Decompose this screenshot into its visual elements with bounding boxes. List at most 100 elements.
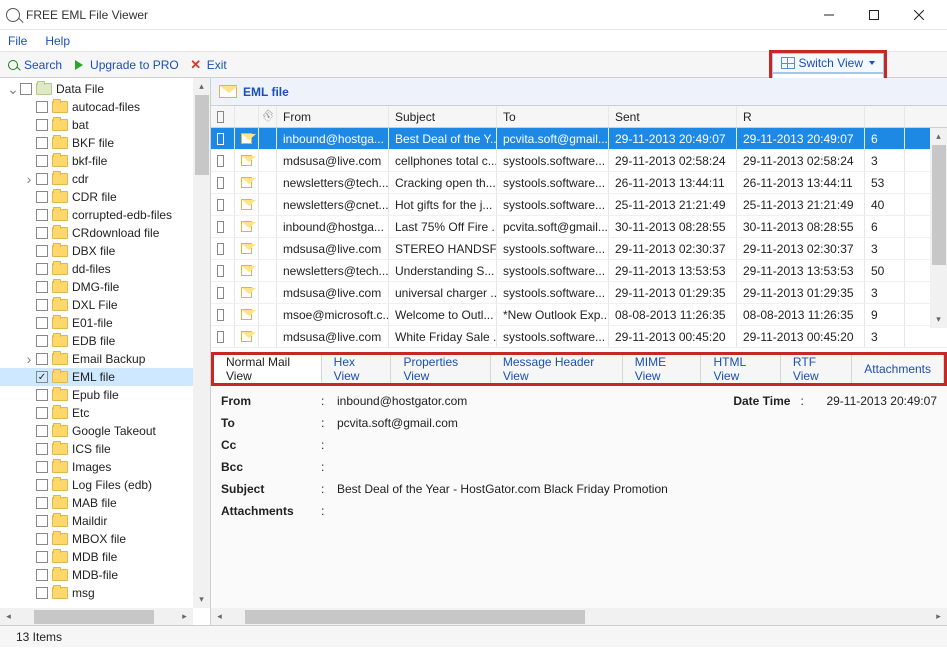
message-row[interactable]: mdsusa@live.comuniversal charger ...syst…	[211, 282, 947, 304]
column-received[interactable]: R	[737, 106, 865, 127]
folder-tree[interactable]: ⌄Data Fileautocad-filesbatBKF filebkf-fi…	[0, 78, 210, 625]
checkbox[interactable]	[36, 407, 48, 419]
checkbox[interactable]	[36, 245, 48, 257]
message-row[interactable]: newsletters@tech...Understanding S...sys…	[211, 260, 947, 282]
tree-item[interactable]: MAB file	[0, 494, 210, 512]
checkbox[interactable]	[36, 137, 48, 149]
scroll-down-icon[interactable]: ▾	[193, 591, 210, 608]
message-list[interactable]: inbound@hostga...Best Deal of the Y...pc…	[211, 128, 947, 348]
checkbox[interactable]	[36, 443, 48, 455]
view-tab[interactable]: MIME View	[623, 355, 702, 383]
grid-vertical-scrollbar[interactable]: ▴ ▾	[930, 128, 947, 328]
row-checkbox[interactable]	[217, 309, 224, 321]
checkbox[interactable]	[36, 551, 48, 563]
tree-item[interactable]: MDB file	[0, 548, 210, 566]
checkbox[interactable]	[36, 497, 48, 509]
tree-item[interactable]: EDB file	[0, 332, 210, 350]
checkbox[interactable]	[36, 461, 48, 473]
checkbox[interactable]	[36, 263, 48, 275]
scroll-right-icon[interactable]: ▸	[176, 608, 193, 625]
tree-item[interactable]: MBOX file	[0, 530, 210, 548]
switch-view-button[interactable]: Switch View	[772, 53, 884, 73]
scroll-thumb[interactable]	[34, 610, 154, 624]
checkbox[interactable]	[36, 389, 48, 401]
tree-item[interactable]: bkf-file	[0, 152, 210, 170]
message-row[interactable]: newsletters@tech...Cracking open th...sy…	[211, 172, 947, 194]
message-row[interactable]: inbound@hostga...Best Deal of the Y...pc…	[211, 128, 947, 150]
view-tab[interactable]: HTML View	[701, 355, 780, 383]
menu-help[interactable]: Help	[45, 34, 70, 48]
tree-item[interactable]: Images	[0, 458, 210, 476]
tree-item[interactable]: ›cdr	[0, 170, 210, 188]
minimize-button[interactable]	[806, 0, 851, 30]
checkbox[interactable]	[36, 479, 48, 491]
tree-item[interactable]: Epub file	[0, 386, 210, 404]
message-row[interactable]: mdsusa@live.comSTEREO HANDSFR...systools…	[211, 238, 947, 260]
row-checkbox[interactable]	[217, 287, 224, 299]
view-tab[interactable]: Attachments	[852, 355, 944, 383]
checkbox[interactable]	[20, 83, 32, 95]
tree-item[interactable]: BKF file	[0, 134, 210, 152]
message-row[interactable]: mdsusa@live.comcellphones total c...syst…	[211, 150, 947, 172]
column-to[interactable]: To	[497, 106, 609, 127]
column-checkbox[interactable]	[211, 106, 235, 127]
checkbox[interactable]	[36, 227, 48, 239]
upgrade-button[interactable]: Upgrade to PRO	[72, 58, 179, 72]
checkbox[interactable]	[36, 101, 48, 113]
tree-item[interactable]: Google Takeout	[0, 422, 210, 440]
tree-item[interactable]: Etc	[0, 404, 210, 422]
scroll-up-icon[interactable]: ▴	[930, 128, 947, 145]
checkbox[interactable]	[36, 299, 48, 311]
close-button[interactable]	[896, 0, 941, 30]
checkbox[interactable]	[36, 515, 48, 527]
tree-item[interactable]: E01-file	[0, 314, 210, 332]
detail-horizontal-scrollbar[interactable]: ◂ ▸	[211, 608, 947, 625]
menu-file[interactable]: File	[8, 34, 27, 48]
row-checkbox[interactable]	[217, 331, 224, 343]
checkbox[interactable]	[36, 209, 48, 221]
checkbox[interactable]	[36, 155, 48, 167]
column-size[interactable]	[865, 106, 905, 127]
row-checkbox[interactable]	[217, 265, 224, 277]
scroll-down-icon[interactable]: ▾	[930, 311, 947, 328]
scroll-thumb[interactable]	[195, 95, 209, 175]
tree-item[interactable]: bat	[0, 116, 210, 134]
scroll-left-icon[interactable]: ◂	[0, 608, 17, 625]
checkbox[interactable]	[36, 425, 48, 437]
checkbox[interactable]	[36, 119, 48, 131]
tree-horizontal-scrollbar[interactable]: ◂ ▸	[0, 608, 193, 625]
expand-icon[interactable]: ›	[22, 351, 36, 367]
checkbox[interactable]: ✓	[36, 371, 48, 383]
scroll-thumb[interactable]	[932, 145, 946, 265]
tree-item[interactable]: ›Email Backup	[0, 350, 210, 368]
scroll-right-icon[interactable]: ▸	[930, 608, 947, 625]
tree-item[interactable]: DXL File	[0, 296, 210, 314]
view-tab[interactable]: Properties View	[391, 355, 490, 383]
checkbox[interactable]	[36, 335, 48, 347]
row-checkbox[interactable]	[217, 177, 224, 189]
tree-item[interactable]: Maildir	[0, 512, 210, 530]
checkbox[interactable]	[36, 569, 48, 581]
checkbox[interactable]	[36, 353, 48, 365]
tree-vertical-scrollbar[interactable]: ▴ ▾	[193, 78, 210, 608]
checkbox[interactable]	[36, 191, 48, 203]
tree-item[interactable]: MDB-file	[0, 566, 210, 584]
row-checkbox[interactable]	[217, 133, 224, 145]
tree-item[interactable]: corrupted-edb-files	[0, 206, 210, 224]
checkbox[interactable]	[36, 533, 48, 545]
tree-root[interactable]: ⌄Data File	[0, 80, 210, 98]
message-row[interactable]: newsletters@cnet...Hot gifts for the j..…	[211, 194, 947, 216]
tree-item[interactable]: Log Files (edb)	[0, 476, 210, 494]
collapse-icon[interactable]: ⌄	[6, 81, 20, 98]
column-attachment[interactable]: ⎘	[259, 106, 277, 127]
tree-item[interactable]: autocad-files	[0, 98, 210, 116]
column-icon[interactable]	[235, 106, 259, 127]
message-row[interactable]: mdsusa@live.comWhite Friday Sale ...syst…	[211, 326, 947, 348]
tree-item[interactable]: CRdownload file	[0, 224, 210, 242]
checkbox[interactable]	[36, 281, 48, 293]
scroll-left-icon[interactable]: ◂	[211, 608, 228, 625]
message-row[interactable]: inbound@hostga...Last 75% Off Fire ...pc…	[211, 216, 947, 238]
expand-icon[interactable]: ›	[22, 171, 36, 187]
tree-item[interactable]: msg	[0, 584, 210, 602]
view-tab[interactable]: Normal Mail View	[214, 355, 322, 383]
